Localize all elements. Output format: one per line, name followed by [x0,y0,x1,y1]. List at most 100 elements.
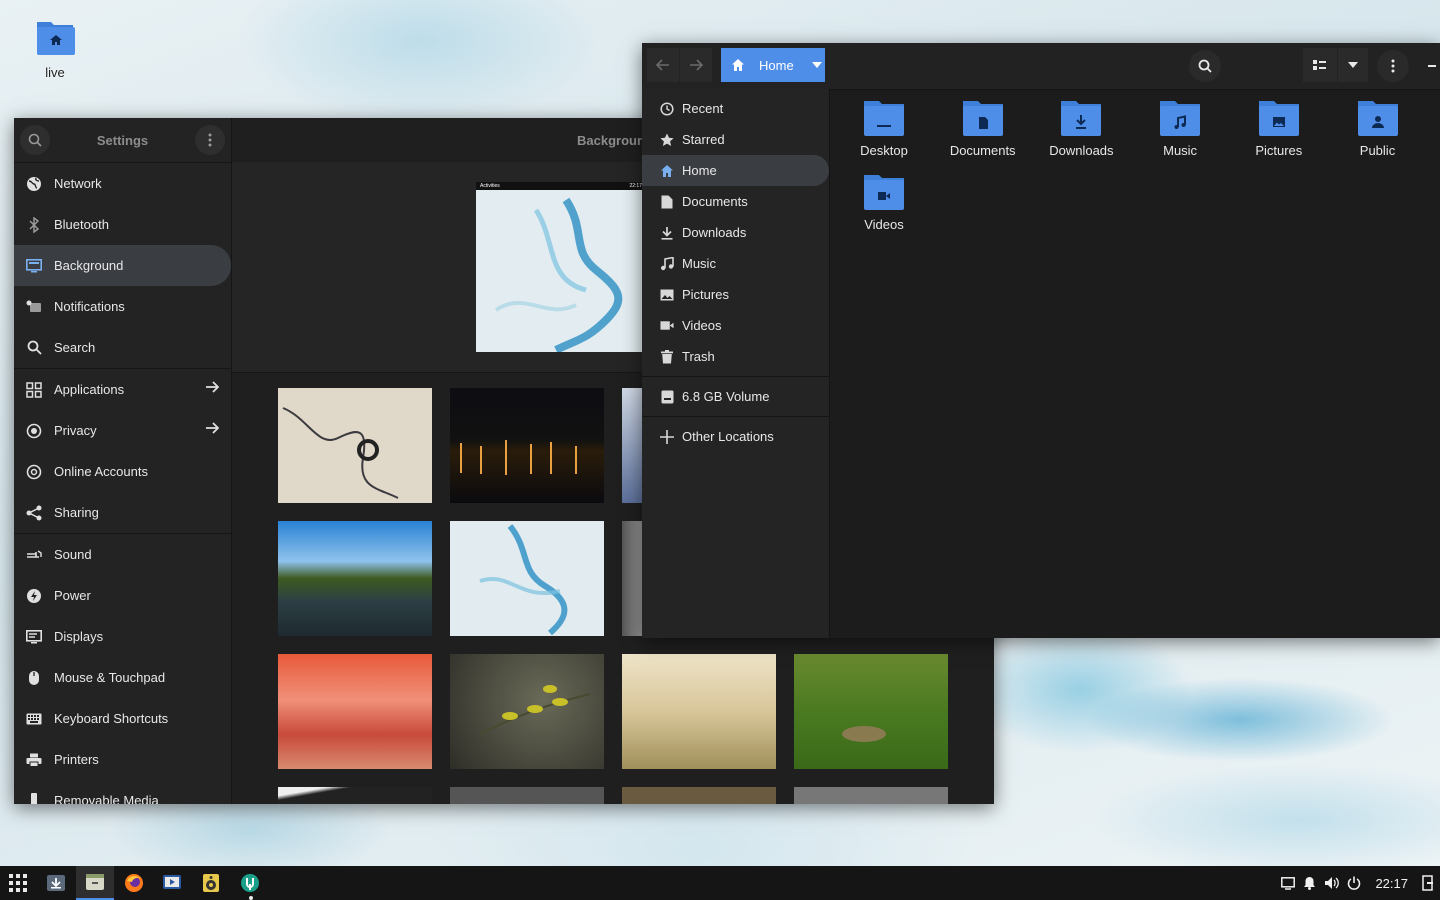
apps-grid-icon [9,874,27,892]
wallpaper-thumb-yellow-leaves[interactable] [450,654,604,769]
sidebar-item-label: Videos [682,318,722,333]
sidebar-item-mouse-touchpad[interactable]: Mouse & Touchpad [14,657,231,698]
wallpaper-thumb-row4-4[interactable] [794,787,948,804]
trash-icon [660,349,674,364]
show-desktop-icon[interactable] [1422,875,1434,891]
sidebar-item-power[interactable]: Power [14,575,231,616]
power-icon[interactable] [1347,876,1361,890]
screen-icon[interactable] [1281,876,1296,890]
taskbar-screen-recorder[interactable] [154,866,190,900]
wallpaper-thumb-rock[interactable] [622,521,642,636]
folder-music[interactable]: Music [1135,99,1225,158]
settings-search-button[interactable] [20,125,50,155]
folder-videos[interactable]: Videos [839,173,929,232]
sidebar-item-network[interactable]: Network [14,163,231,204]
running-indicator [249,896,253,900]
wallpaper-thumb-autumn-park[interactable] [278,654,432,769]
taskbar-settings-app[interactable] [232,866,268,900]
wallpaper-thumb-grass-leaf[interactable] [794,654,948,769]
files-icon [86,874,104,890]
arrow-left-icon [656,59,669,71]
sidebar-item-applications[interactable]: Applications [14,369,231,410]
view-options-button[interactable] [1338,48,1368,82]
folder-label: Public [1359,143,1396,158]
sidebar-item-pictures[interactable]: Pictures [642,279,829,310]
plus-icon [660,429,674,444]
app-grid-button[interactable] [0,866,36,900]
wallpaper-thumb-forest-lake[interactable] [278,521,432,636]
wallpaper-thumb-night-city[interactable] [450,388,604,503]
taskbar-speaker-app[interactable] [193,866,229,900]
taskbar-files[interactable] [76,866,114,900]
bell-icon[interactable] [1303,876,1316,890]
sidebar-item-recent[interactable]: Recent [642,93,829,124]
preview-topbar: Activities 22:17 [476,182,646,190]
folder-public-icon [1357,101,1398,136]
view-toggle-button[interactable] [1303,48,1337,82]
files-search-button[interactable] [1189,50,1221,82]
sidebar-item-keyboard-shortcuts[interactable]: Keyboard Shortcuts [14,698,231,739]
wallpaper-thumb-mountain[interactable] [622,388,642,503]
folder-desktop-icon [864,101,904,136]
wallpaper-thumb-row4-2[interactable] [450,787,604,804]
sidebar-item-removable-media[interactable]: Removable Media [14,780,231,804]
volume-icon[interactable] [1324,876,1340,890]
taskbar-installer[interactable] [38,866,74,900]
wallpaper-night-image [460,440,577,475]
folder-documents[interactable]: Documents [938,99,1028,158]
sidebar-item-sharing[interactable]: Sharing [14,492,231,533]
wallpaper-thumb-wheat[interactable] [622,654,776,769]
clock[interactable]: 22:17 [1375,876,1408,891]
sidebar-item-trash[interactable]: Trash [642,341,829,372]
sidebar-item-notifications[interactable]: Notifications [14,286,231,327]
sidebar-item-printers[interactable]: Printers [14,739,231,780]
sidebar-item-background[interactable]: Background [14,245,231,286]
path-home-label: Home [759,57,794,73]
files-menu-button[interactable] [1377,50,1409,82]
sidebar-item-starred[interactable]: Starred [642,124,829,155]
sidebar-item-label: Network [54,176,102,191]
kebab-menu-icon [208,133,212,147]
sidebar-item-home[interactable]: Home [642,155,829,186]
sidebar-item-label: Printers [54,752,99,767]
privacy-icon [26,423,42,439]
sidebar-item-downloads[interactable]: Downloads [642,217,829,248]
sidebar-item-displays[interactable]: Displays [14,616,231,657]
back-button[interactable] [647,48,679,82]
folder-desktop[interactable]: Desktop [839,99,929,158]
sidebar-item-online-accounts[interactable]: Online Accounts [14,451,231,492]
sidebar-item-label: Online Accounts [54,464,148,479]
sidebar-item-bluetooth[interactable]: Bluetooth [14,204,231,245]
sidebar-item-other-locations[interactable]: Other Locations [642,421,829,452]
sidebar-item-privacy[interactable]: Privacy [14,410,231,451]
sidebar-item-label: Search [54,340,96,355]
folder-pictures-icon [1258,101,1299,136]
sidebar-item-music[interactable]: Music [642,248,829,279]
printer-icon [26,752,42,768]
wallpaper-thumb-river-aerial[interactable] [278,388,432,503]
folder-pictures[interactable]: Pictures [1234,99,1324,158]
forward-button[interactable] [680,48,712,82]
search-icon [28,133,42,147]
list-view-icon [1313,60,1326,70]
folder-downloads[interactable]: Downloads [1036,99,1126,158]
wallpaper-grass-image [842,726,886,742]
bluetooth-icon [26,216,42,233]
sidebar-item-documents[interactable]: Documents [642,186,829,217]
sidebar-item-label: Bluetooth [54,217,109,232]
wallpaper-thumb-row4-1[interactable] [278,787,432,804]
sidebar-item-videos[interactable]: Videos [642,310,829,341]
minimize-button[interactable] [1428,65,1436,67]
folder-public[interactable]: Public [1333,99,1423,158]
sidebar-item-sound[interactable]: Sound [14,534,231,575]
sidebar-item-search[interactable]: Search [14,327,231,368]
desktop-home-icon[interactable]: live [24,14,86,80]
taskbar-firefox[interactable] [116,866,152,900]
wallpaper-thumb-blue-fluid[interactable] [450,521,604,636]
path-home-button[interactable]: Home [721,48,825,82]
desktop-home-label: live [45,65,65,80]
sidebar-item-volume[interactable]: 6.8 GB Volume [642,381,829,412]
wallpaper-thumb-row4-3[interactable] [622,787,776,804]
sidebar-item-label: Sound [54,547,92,562]
settings-menu-button[interactable] [194,125,225,155]
